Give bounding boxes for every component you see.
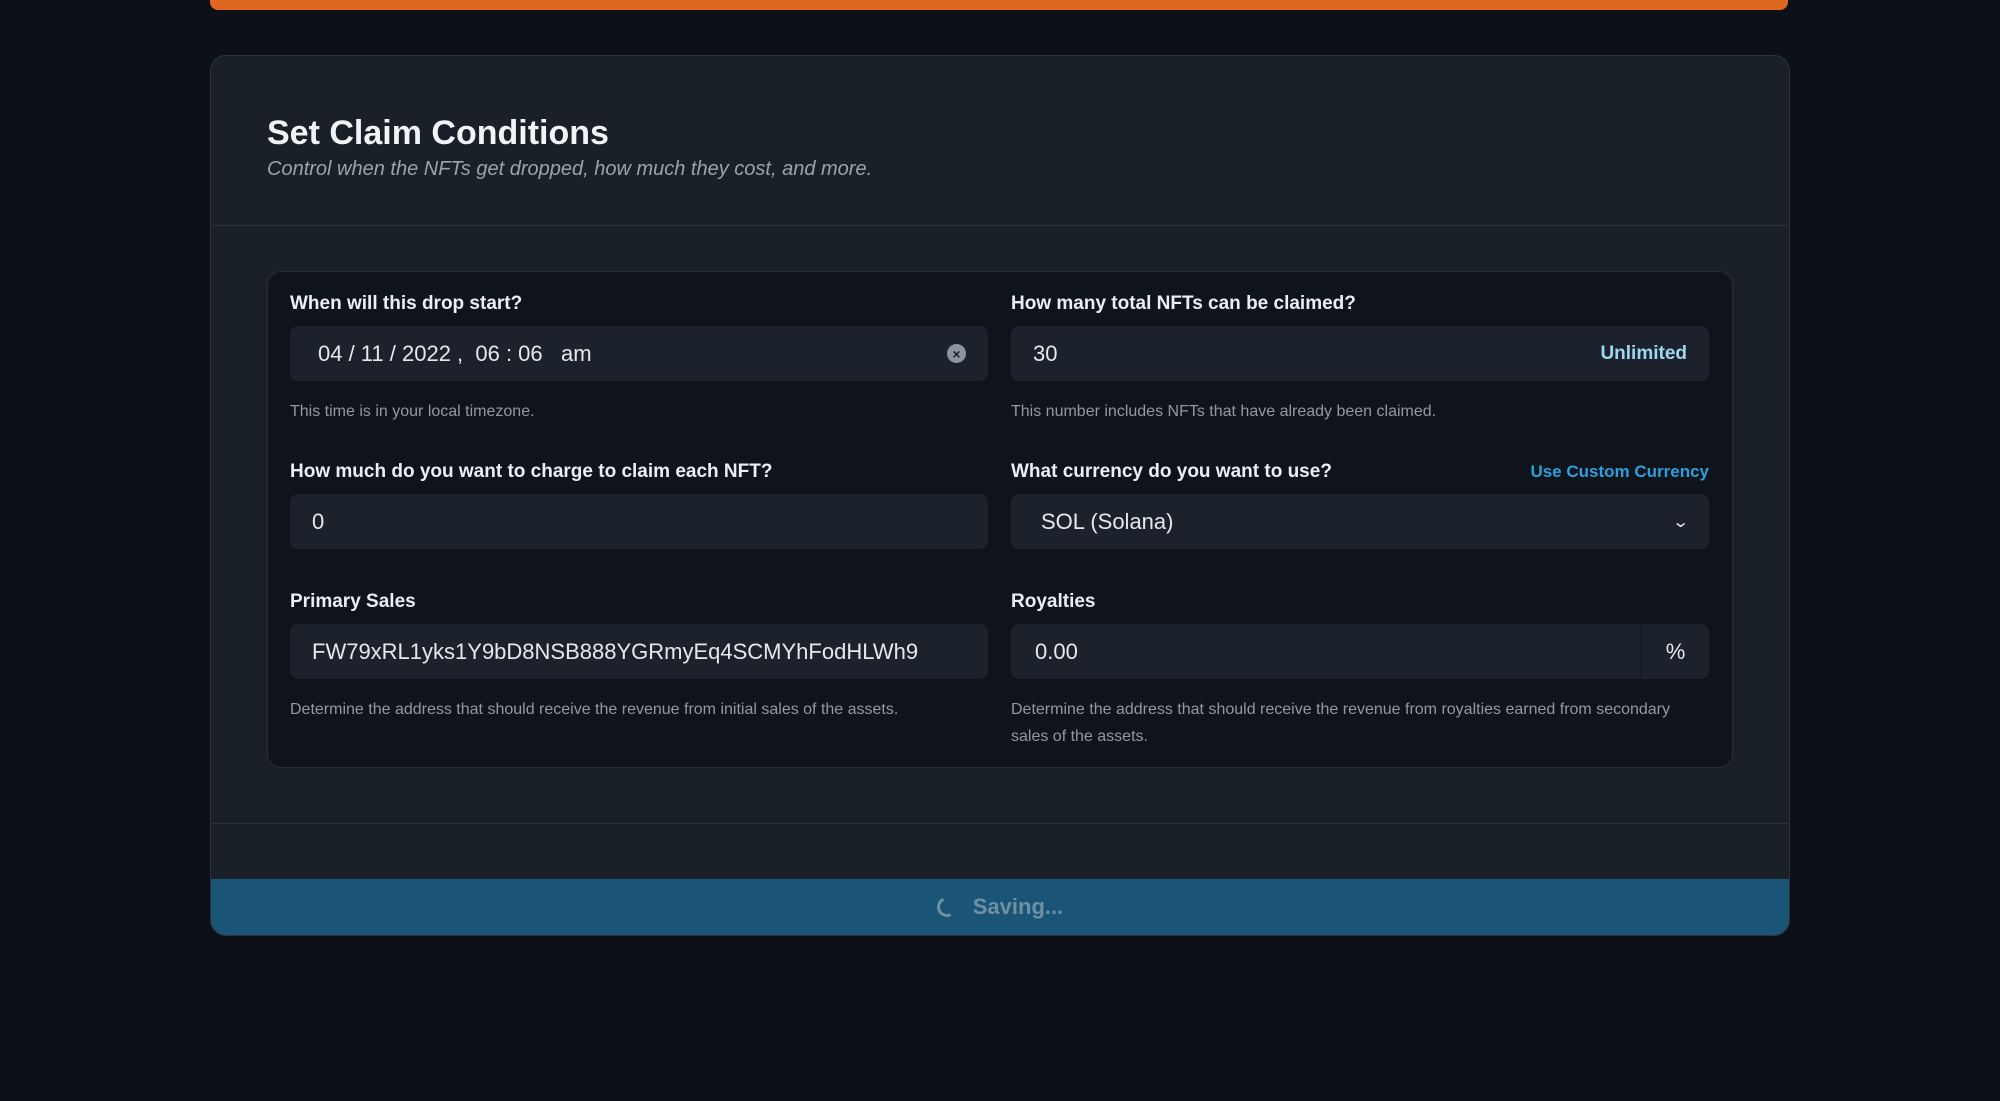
claim-conditions-card: Set Claim Conditions Control when the NF… [210,55,1790,936]
royalties-value: 0.00 [1035,638,1078,664]
price-field: How much do you want to charge to claim … [290,460,988,549]
primary-sales-field: Primary Sales FW79xRL1yks1Y9bD8NSB888YGR… [290,590,988,723]
price-input[interactable]: 0 [290,494,988,549]
currency-selected-value: SOL (Solana) [1041,508,1174,534]
currency-select[interactable]: SOL (Solana) ⌄ [1011,494,1709,549]
start-time-label: When will this drop start? [290,293,523,314]
page-subtitle: Control when the NFTs get dropped, how m… [267,158,873,180]
royalties-input[interactable]: 0.00 % [1011,624,1709,679]
primary-sales-value: FW79xRL1yks1Y9bD8NSB888YGRmyEq4SCMYhFodH… [312,638,919,664]
unlimited-button[interactable]: Unlimited [1600,343,1687,365]
royalties-label: Royalties [1011,591,1096,612]
royalties-field: Royalties 0.00 % Determine the address t… [1011,590,1709,750]
use-custom-currency-link[interactable]: Use Custom Currency [1530,462,1709,482]
claim-phase-form: When will this drop start? 04 / 11 / 202… [267,271,1733,768]
currency-label-row: What currency do you want to use? Use Cu… [1011,460,1709,484]
start-time-helper: This time is in your local timezone. [290,403,535,420]
quantity-helper: This number includes NFTs that have alre… [1011,403,1437,420]
primary-sales-label: Primary Sales [290,591,416,612]
x-circle-icon[interactable]: × [947,344,966,363]
page-title: Set Claim Conditions [267,114,609,152]
chevron-down-icon: ⌄ [1671,513,1690,531]
royalties-helper: Determine the address that should receiv… [1011,701,1671,745]
currency-field: What currency do you want to use? Use Cu… [1011,460,1709,549]
top-accent-bar [210,0,1788,10]
primary-sales-input[interactable]: FW79xRL1yks1Y9bD8NSB888YGRmyEq4SCMYhFodH… [290,624,988,679]
quantity-label: How many total NFTs can be claimed? [1011,293,1356,314]
card-body: When will this drop start? 04 / 11 / 202… [211,226,1789,824]
save-button-label: Saving... [972,894,1064,919]
start-time-field: When will this drop start? 04 / 11 / 202… [290,292,988,425]
primary-sales-helper: Determine the address that should receiv… [290,701,899,718]
start-time-input[interactable]: 04 / 11 / 2022 , 06 : 06 am × [290,326,988,381]
quantity-field: How many total NFTs can be claimed? 30 U… [1011,292,1709,425]
card-header: Set Claim Conditions Control when the NF… [211,56,1789,226]
start-time-value: 04 / 11 / 2022 , 06 : 06 am [318,340,592,366]
currency-label: What currency do you want to use? [1011,461,1332,482]
spinner-icon [933,894,960,920]
price-label: How much do you want to charge to claim … [290,461,773,482]
save-button[interactable]: Saving... [211,879,1789,935]
percent-addon: % [1641,624,1709,679]
price-value: 0 [312,508,325,534]
quantity-input[interactable]: 30 Unlimited [1011,326,1709,381]
quantity-value: 30 [1033,340,1058,366]
